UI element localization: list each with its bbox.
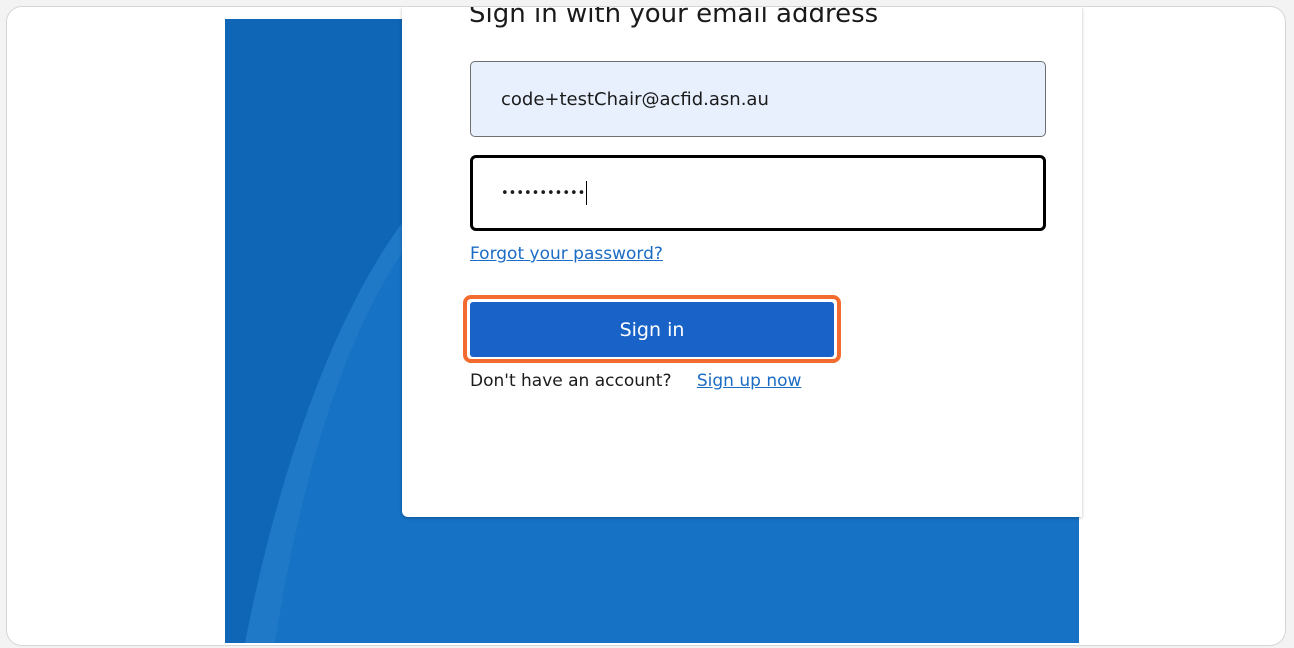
- signup-row: Don't have an account? Sign up now: [470, 371, 801, 391]
- sign-in-button[interactable]: Sign in: [470, 302, 834, 357]
- password-masked-value: •••••••••••: [501, 185, 586, 201]
- screenshot-frame: Sign in with your email address ••••••••…: [6, 6, 1286, 646]
- signup-prompt: Don't have an account?: [470, 371, 672, 391]
- password-input[interactable]: •••••••••••: [470, 155, 1046, 231]
- forgot-password-link[interactable]: Forgot your password?: [470, 244, 663, 264]
- sign-in-highlight: Sign in: [463, 295, 841, 363]
- page-heading: Sign in with your email address: [469, 6, 879, 29]
- email-input[interactable]: [470, 61, 1046, 137]
- text-cursor: [586, 181, 588, 205]
- sign-up-link[interactable]: Sign up now: [697, 371, 802, 391]
